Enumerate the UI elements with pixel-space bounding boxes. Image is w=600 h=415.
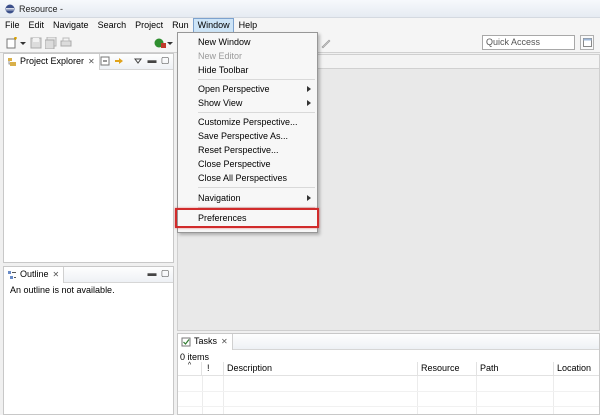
menu-item-label: Navigation	[198, 193, 241, 203]
chevron-down-icon[interactable]	[20, 37, 26, 49]
open-perspective-icon	[583, 38, 592, 47]
save-all-icon[interactable]	[45, 37, 57, 49]
chevron-down-icon[interactable]	[167, 37, 173, 49]
tab-label: Outline	[20, 269, 49, 279]
tab-label: Project Explorer	[20, 56, 85, 66]
column-header-resource[interactable]: Resource	[418, 362, 477, 376]
new-wizard-icon[interactable]	[6, 37, 18, 49]
menu-item-customize-perspective[interactable]: Customize Perspective...	[178, 115, 317, 129]
outline-header: Outline ✕ ▬ ▢	[4, 267, 173, 283]
column-header-complete[interactable]: ^	[178, 362, 202, 376]
menu-separator	[198, 79, 315, 80]
collapse-all-icon[interactable]	[100, 56, 110, 66]
title-bar: Resource -	[0, 0, 600, 18]
menu-run[interactable]: Run	[167, 18, 193, 33]
column-header-priority[interactable]: !	[204, 362, 224, 376]
menu-separator	[198, 112, 315, 113]
menu-item-close-perspective[interactable]: Close Perspective	[178, 157, 317, 171]
menu-item-navigation[interactable]: Navigation	[178, 191, 317, 205]
tasks-header: Tasks ✕	[178, 334, 599, 350]
menu-help[interactable]: Help	[234, 18, 262, 33]
submenu-arrow-icon	[307, 195, 311, 201]
menu-search[interactable]: Search	[93, 18, 131, 33]
tasks-item-count: 0 items	[180, 352, 210, 362]
menu-item-reset-perspective[interactable]: Reset Perspective...	[178, 143, 317, 157]
tab-tasks[interactable]: Tasks ✕	[178, 334, 233, 350]
open-perspective-button[interactable]	[580, 35, 594, 50]
maximize-icon[interactable]: ▢	[160, 56, 170, 66]
menu-item-show-view[interactable]: Show View	[178, 96, 317, 110]
tab-label: Tasks	[194, 336, 218, 346]
close-icon[interactable]: ✕	[221, 337, 228, 346]
preferences-highlight-box	[175, 208, 319, 228]
tasks-table: ^ ! Description Resource Path Location	[178, 362, 599, 414]
grid-row	[178, 391, 599, 392]
print-icon[interactable]	[60, 37, 72, 49]
menu-item-new-editor: New Editor	[198, 51, 243, 61]
grid-row	[178, 406, 599, 407]
tasks-icon	[181, 337, 191, 347]
window-title: Resource -	[19, 4, 64, 14]
submenu-arrow-icon	[307, 100, 311, 106]
view-menu-icon[interactable]	[133, 56, 143, 66]
menu-window[interactable]: Window	[192, 18, 234, 33]
window-menu-dropdown: New Window New Editor Hide Toolbar Open …	[177, 32, 318, 233]
menu-item-label: Open Perspective	[198, 84, 270, 94]
grid-line	[202, 376, 203, 414]
menu-bar: File Edit Navigate Search Project Run Wi…	[0, 18, 600, 33]
menu-separator	[198, 187, 315, 188]
menu-project[interactable]: Project	[130, 18, 167, 33]
grid-line	[553, 376, 554, 414]
outline-icon	[8, 271, 16, 279]
menu-item-new-window[interactable]: New Window	[178, 35, 317, 49]
quick-access-input[interactable]: Quick Access	[482, 35, 575, 50]
grid-line	[476, 376, 477, 414]
menu-navigate[interactable]: Navigate	[48, 18, 93, 33]
link-with-editor-icon[interactable]	[114, 56, 124, 66]
tab-project-explorer[interactable]: Project Explorer ✕	[4, 54, 100, 70]
eclipse-app-icon	[5, 4, 15, 14]
close-icon[interactable]: ✕	[53, 270, 60, 279]
grid-line	[223, 376, 224, 414]
outline-view: Outline ✕ ▬ ▢ An outline is not available…	[3, 266, 174, 415]
tab-outline[interactable]: Outline ✕	[4, 267, 65, 283]
grid-line	[417, 376, 418, 414]
maximize-icon[interactable]: ▢	[160, 269, 170, 279]
menu-item-hide-toolbar[interactable]: Hide Toolbar	[178, 63, 317, 77]
project-explorer-icon	[8, 58, 16, 66]
run-config-icon[interactable]	[154, 37, 166, 49]
table-header-row: ^ ! Description Resource Path Location	[178, 362, 599, 376]
column-header-path[interactable]: Path	[477, 362, 554, 376]
sort-caret-icon: ^	[187, 362, 192, 369]
close-icon[interactable]: ✕	[88, 57, 95, 66]
menu-item-open-perspective[interactable]: Open Perspective	[178, 82, 317, 96]
minimize-icon[interactable]: ▬	[147, 56, 157, 66]
minimize-icon[interactable]: ▬	[147, 269, 157, 279]
menu-item-close-all-perspectives[interactable]: Close All Perspectives	[178, 171, 317, 185]
outline-message: An outline is not available.	[10, 285, 115, 295]
menu-item-label: Show View	[198, 98, 243, 108]
project-explorer-view: Project Explorer ✕ ▬ ▢	[3, 53, 174, 263]
column-header-location[interactable]: Location	[554, 362, 600, 376]
column-header-description[interactable]: Description	[224, 362, 418, 376]
menu-file[interactable]: File	[0, 18, 24, 33]
save-icon[interactable]	[30, 37, 42, 49]
tasks-view: Tasks ✕ 0 items ^ ! Description Resource …	[177, 333, 600, 415]
menu-item-save-perspective-as[interactable]: Save Perspective As...	[178, 129, 317, 143]
project-explorer-header: Project Explorer ✕ ▬ ▢	[4, 54, 173, 70]
menu-edit[interactable]: Edit	[24, 18, 49, 33]
edit-pen-icon[interactable]	[320, 37, 332, 49]
submenu-arrow-icon	[307, 86, 311, 92]
